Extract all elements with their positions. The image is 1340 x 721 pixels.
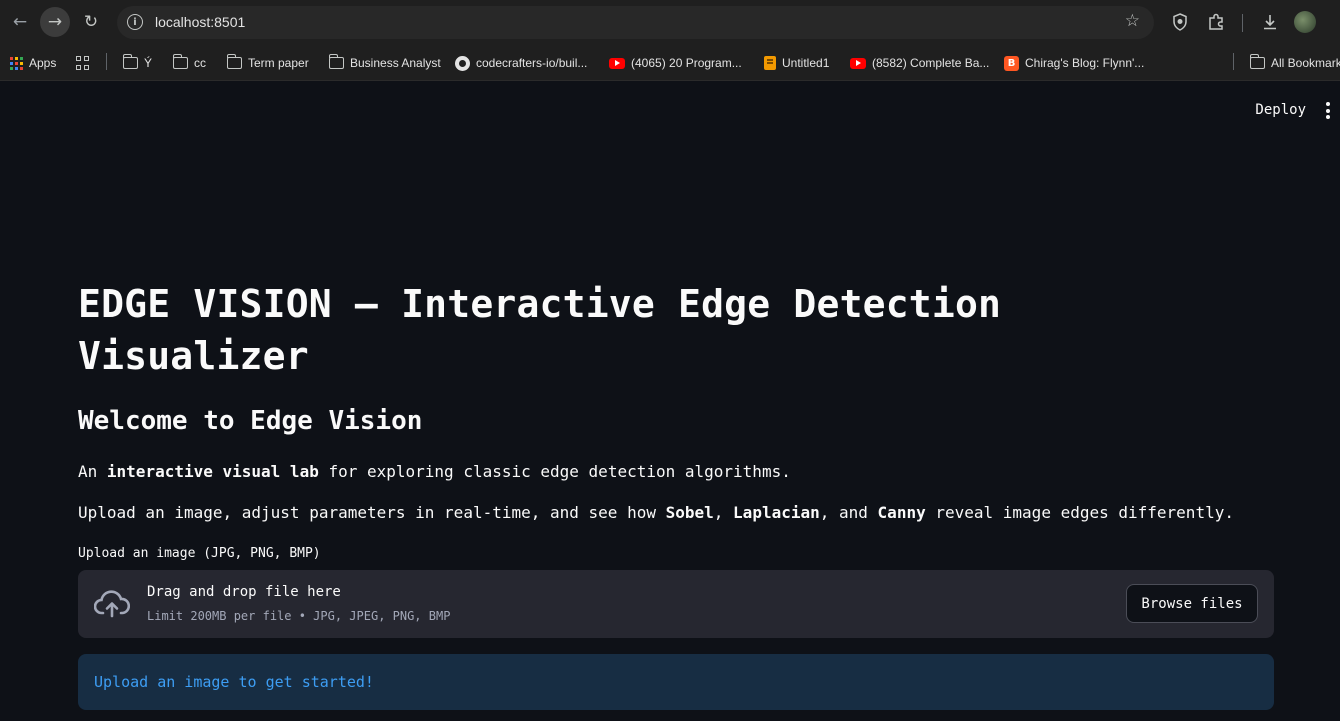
bookmark-youtube-4065[interactable]: (4065) 20 Program... bbox=[609, 53, 742, 73]
laplacian-text: Laplacian bbox=[733, 503, 820, 522]
info-alert-text: Upload an image to get started! bbox=[94, 673, 374, 691]
bookmark-star-icon[interactable]: ☆ bbox=[1125, 11, 1140, 31]
folder-icon bbox=[172, 54, 188, 69]
instructions-text: reveal image edges differently. bbox=[925, 503, 1234, 522]
bookmark-label: Chirag's Blog: Flynn'... bbox=[1025, 56, 1145, 70]
cloud-upload-icon bbox=[94, 590, 130, 618]
github-icon bbox=[455, 55, 470, 71]
bookmark-chirag-blog[interactable]: B Chirag's Blog: Flynn'... bbox=[1004, 53, 1144, 73]
shield-extension-icon[interactable] bbox=[1169, 10, 1191, 34]
back-arrow-icon[interactable]: ← bbox=[5, 7, 35, 37]
extensions-puzzle-icon[interactable] bbox=[1205, 10, 1227, 34]
intro-text: An bbox=[78, 462, 107, 481]
instructions-paragraph: Upload an image, adjust parameters in re… bbox=[78, 503, 1234, 522]
intro-bold-text: interactive visual lab bbox=[106, 462, 319, 481]
instructions-text: Upload an image, adjust parameters in re… bbox=[78, 503, 666, 522]
download-icon[interactable] bbox=[1259, 10, 1281, 34]
notebook-icon bbox=[764, 56, 776, 70]
profile-avatar[interactable] bbox=[1294, 11, 1316, 33]
bookmark-label: All Bookmarks bbox=[1271, 56, 1340, 70]
folder-icon bbox=[1249, 54, 1265, 69]
sobel-text: Sobel bbox=[665, 503, 714, 522]
forward-arrow-icon[interactable]: → bbox=[40, 7, 70, 37]
bookmark-label: (4065) 20 Program... bbox=[631, 56, 742, 70]
dropzone-title: Drag and drop file here bbox=[147, 584, 341, 600]
bookmarks-bar: Apps Ý cc Term paper Business Analyst co… bbox=[0, 44, 1340, 81]
bookmark-label: Business Analyst bbox=[350, 56, 441, 70]
upload-label: Upload an image (JPG, PNG, BMP) bbox=[78, 546, 321, 561]
youtube-icon bbox=[850, 57, 866, 69]
blogger-icon: B bbox=[1004, 55, 1019, 71]
dropzone-limit: Limit 200MB per file • JPG, JPEG, PNG, B… bbox=[147, 609, 451, 623]
folder-icon bbox=[328, 54, 344, 69]
bookmark-codecrafters[interactable]: codecrafters-io/buil... bbox=[455, 53, 587, 73]
info-alert: Upload an image to get started! bbox=[78, 654, 1274, 710]
app-main: Deploy EDGE VISION — Interactive Edge De… bbox=[0, 82, 1340, 721]
instructions-text: , bbox=[713, 503, 734, 522]
browser-toolbar: ← → ↻ i localhost:8501 ☆ bbox=[0, 0, 1340, 44]
address-bar[interactable]: i localhost:8501 ☆ bbox=[117, 6, 1154, 39]
bookmark-folder-y[interactable]: Ý bbox=[122, 53, 153, 73]
bookmark-folder-business-analyst[interactable]: Business Analyst bbox=[328, 53, 441, 73]
instructions-text: , and bbox=[819, 503, 878, 522]
intro-paragraph: An interactive visual lab for exploring … bbox=[78, 462, 791, 481]
reload-icon[interactable]: ↻ bbox=[76, 7, 106, 37]
main-menu-icon[interactable] bbox=[1322, 102, 1334, 122]
bookmarks-divider bbox=[106, 53, 107, 70]
bookmark-all-bookmarks[interactable]: All Bookmarks bbox=[1249, 53, 1340, 73]
bookmark-apps[interactable]: Apps bbox=[10, 53, 56, 73]
bookmark-label: (8582) Complete Ba... bbox=[872, 56, 990, 70]
bookmark-untitled1[interactable]: Untitled1 bbox=[764, 53, 829, 73]
bookmark-folder-cc[interactable]: cc bbox=[172, 53, 206, 73]
url-text[interactable]: localhost:8501 bbox=[155, 14, 245, 30]
bookmark-label: Untitled1 bbox=[782, 56, 830, 70]
bookmark-label: Apps bbox=[29, 56, 57, 70]
folder-icon bbox=[226, 54, 242, 69]
site-info-icon[interactable]: i bbox=[127, 14, 143, 30]
browse-files-button[interactable]: Browse files bbox=[1126, 584, 1258, 623]
folder-icon bbox=[122, 54, 138, 69]
tab-groups-icon bbox=[76, 56, 90, 70]
bookmarks-divider bbox=[1233, 53, 1234, 70]
bookmark-youtube-8582[interactable]: (8582) Complete Ba... bbox=[850, 53, 989, 73]
youtube-icon bbox=[609, 57, 625, 69]
apps-grid-icon bbox=[10, 56, 23, 70]
toolbar-divider bbox=[1242, 14, 1243, 32]
canny-text: Canny bbox=[877, 503, 926, 522]
welcome-heading: Welcome to Edge Vision bbox=[78, 406, 423, 436]
file-dropzone[interactable]: Drag and drop file here Limit 200MB per … bbox=[78, 570, 1274, 638]
bookmark-label: codecrafters-io/buil... bbox=[476, 56, 588, 70]
bookmark-tab-groups[interactable] bbox=[76, 53, 90, 73]
bookmark-label: cc bbox=[194, 56, 206, 70]
intro-text: for exploring classic edge detection alg… bbox=[318, 462, 791, 481]
deploy-button[interactable]: Deploy bbox=[1255, 102, 1306, 118]
bookmark-label: Term paper bbox=[248, 56, 309, 70]
bookmark-folder-term-paper[interactable]: Term paper bbox=[226, 53, 309, 73]
bookmark-label: Ý bbox=[144, 56, 153, 70]
page-title: EDGE VISION — Interactive Edge Detection… bbox=[78, 282, 1002, 378]
